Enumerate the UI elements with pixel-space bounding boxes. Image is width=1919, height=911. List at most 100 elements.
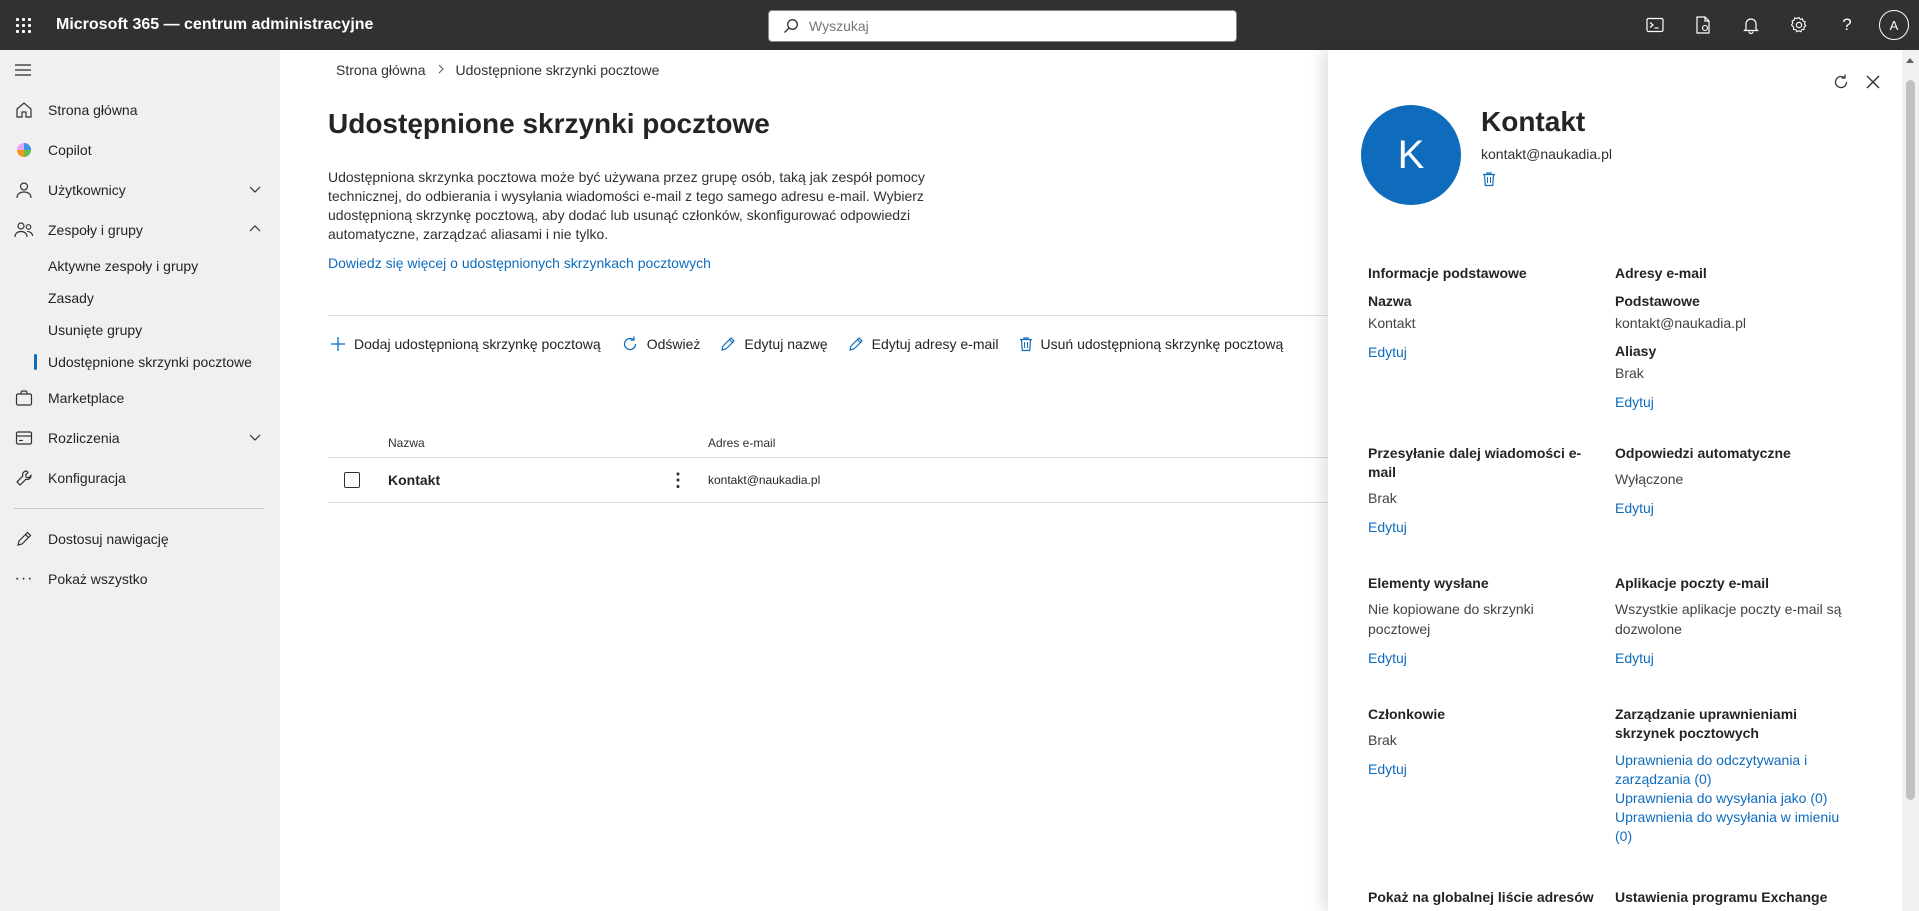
send-as-permissions-link[interactable]: Uprawnienia do wysyłania jako (0) [1615,789,1850,808]
chevron-up-icon [248,222,262,239]
edit-forwarding-link[interactable]: Edytuj [1368,517,1588,537]
section-heading: Przesyłanie dalej wiadomości e-mail [1368,445,1582,480]
basic-info-section: Informacje podstawowe Nazwa Kontakt Edyt… [1368,264,1593,362]
app-title[interactable]: Microsoft 365 — centrum administracyjne [56,16,373,34]
edit-basic-info-link[interactable]: Edytuj [1368,342,1593,362]
refresh-button[interactable]: Odśwież [619,328,703,360]
read-manage-permissions-link[interactable]: Uprawnienia do odczytywania i zarządzani… [1615,751,1850,789]
cmd-label: Edytuj adresy e-mail [871,336,999,352]
column-header-email[interactable]: Adres e-mail [708,436,1008,450]
people-icon [14,220,34,240]
section-heading: Pokaż na globalnej liście adresów [1368,889,1594,905]
section-heading: Członkowie [1368,706,1446,722]
edit-emails-button[interactable]: Edytuj adresy e-mail [846,328,1001,360]
panel-delete-button[interactable] [1482,171,1496,190]
edit-name-button[interactable]: Edytuj nazwę [718,328,829,360]
pencil-icon [14,529,34,549]
notifications-button[interactable] [1727,0,1775,50]
panel-title: Kontakt [1481,106,1586,137]
terminal-button[interactable] [1631,0,1679,50]
nav-label: Strona główna [48,102,138,118]
section-heading: Aplikacje poczty e-mail [1615,575,1770,591]
search-icon [784,19,798,33]
edit-email-addresses-link[interactable]: Edytuj [1615,392,1840,412]
field-value: Brak [1368,732,1397,748]
chevron-right-icon [436,62,446,78]
bag-icon [14,388,34,408]
column-header-name[interactable]: Nazwa [388,436,648,450]
field-label: Podstawowe [1615,293,1700,309]
email-addresses-section: Adresy e-mail Podstawowe kontakt@naukadi… [1615,264,1840,412]
nav-sub-active-teams[interactable]: Aktywne zespoły i grupy [0,250,280,282]
field-label: Aliasy [1615,343,1657,359]
waffle-icon [15,17,31,33]
document-button[interactable] [1679,0,1727,50]
nav-label: Copilot [48,142,92,158]
panel-close-button[interactable] [1857,66,1889,98]
copilot-icon [14,140,34,160]
section-heading: Adresy e-mail [1615,265,1707,281]
search-box[interactable] [768,10,1237,42]
field-value: Wyłączone [1615,471,1684,487]
mailbox-permissions-section: Zarządzanie uprawnieniami skrzynek poczt… [1615,705,1850,846]
nav-show-all[interactable]: ··· Pokaż wszystko [0,559,280,599]
nav-label: Użytkownicy [48,182,126,198]
nav-teams-groups[interactable]: Zespoły i grupy [0,210,280,250]
trash-icon [1483,172,1495,187]
nav-sub-shared-mailboxes[interactable]: Udostępnione skrzynki pocztowe [0,346,280,378]
nav-label: Konfiguracja [48,470,126,486]
send-on-behalf-permissions-link[interactable]: Uprawnienia do wysyłania w imieniu (0) [1615,808,1850,846]
edit-sent-items-link[interactable]: Edytuj [1368,648,1578,668]
nav-sub-policies[interactable]: Zasady [0,282,280,314]
wrench-icon [14,468,34,488]
table-row[interactable]: Kontakt ⋮ kontakt@naukadia.pl [328,458,1328,503]
home-icon [14,100,34,120]
exchange-settings-section: Ustawienia programu Exchange [1615,888,1840,907]
delete-shared-mailbox-button[interactable]: Usuń udostępnioną skrzynkę pocztową [1017,328,1286,360]
chevron-down-icon [248,430,262,447]
pencil-icon [721,337,736,351]
detail-panel: K Kontakt kontakt@naukadia.pl Informacje… [1328,50,1919,911]
edit-email-apps-link[interactable]: Edytuj [1615,648,1855,668]
help-button[interactable]: ? [1823,0,1871,50]
more-icon: ··· [14,570,34,587]
row-name[interactable]: Kontakt [388,472,648,488]
more-options-icon[interactable]: ⋮ [648,470,708,491]
cmd-label: Odśwież [646,336,701,352]
edit-auto-replies-link[interactable]: Edytuj [1615,498,1840,518]
plus-icon [331,337,345,351]
nav-billing[interactable]: Rozliczenia [0,418,280,458]
top-icons: ? A [1631,0,1919,50]
nav-label: Dostosuj nawigację [48,531,169,547]
scrollbar-thumb[interactable] [1906,80,1915,800]
learn-more-link[interactable]: Dowiedz się więcej o udostępnionych skrz… [328,255,711,271]
nav-home[interactable]: Strona główna [0,90,280,130]
app-launcher-button[interactable] [0,0,46,50]
cmd-label: Usuń udostępnioną skrzynkę pocztową [1040,336,1284,352]
panel-email: kontakt@naukadia.pl [1481,146,1612,162]
edit-members-link[interactable]: Edytuj [1368,759,1593,779]
add-shared-mailbox-button[interactable]: Dodaj udostępnioną skrzynkę pocztową [328,328,603,360]
breadcrumb-home[interactable]: Strona główna [336,62,426,78]
collapse-nav-button[interactable] [0,50,280,90]
settings-button[interactable] [1775,0,1823,50]
nav-copilot[interactable]: Copilot [0,130,280,170]
panel-scrollbar[interactable] [1902,50,1919,911]
nav-sub-deleted-groups[interactable]: Usunięte grupy [0,314,280,346]
nav-marketplace[interactable]: Marketplace [0,378,280,418]
section-heading: Ustawienia programu Exchange [1615,889,1828,905]
row-checkbox[interactable] [344,472,360,488]
field-value: Brak [1368,490,1397,506]
panel-refresh-button[interactable] [1825,66,1857,98]
user-avatar[interactable]: A [1879,10,1909,40]
nav-setup[interactable]: Konfiguracja [0,458,280,498]
search-input[interactable] [809,18,1209,34]
nav-customize[interactable]: Dostosuj nawigację [0,519,280,559]
sent-items-section: Elementy wysłane Nie kopiowane do skrzyn… [1368,574,1578,668]
scroll-up-arrow-icon[interactable] [1906,58,1914,63]
row-email: kontakt@naukadia.pl [708,473,821,487]
field-label: Nazwa [1368,293,1412,309]
nav-users[interactable]: Użytkownicy [0,170,280,210]
top-bar: Microsoft 365 — centrum administracyjne … [0,0,1919,50]
mailbox-table: Nazwa Adres e-mail Kontakt ⋮ kontakt@nau… [328,428,1328,503]
